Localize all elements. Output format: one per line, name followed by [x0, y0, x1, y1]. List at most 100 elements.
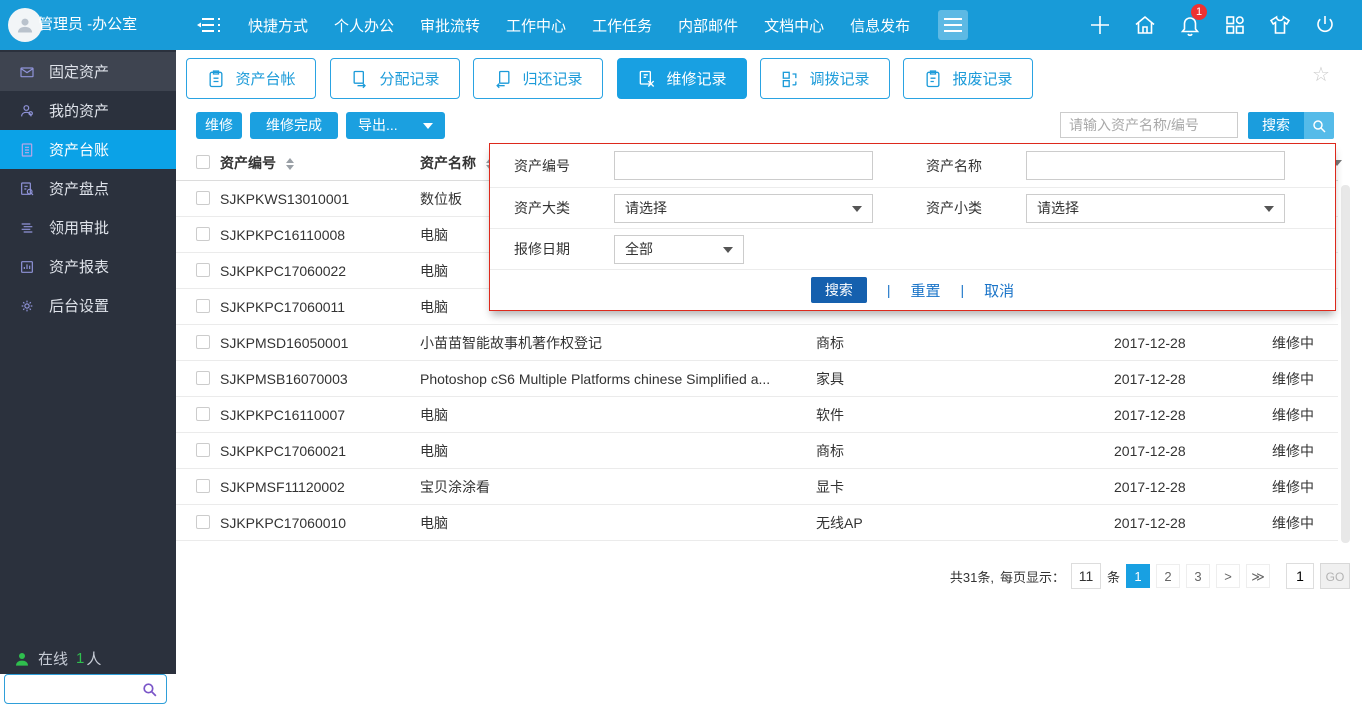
sidebar-item-requisition-approval[interactable]: 领用审批	[0, 208, 176, 247]
row-checkbox[interactable]	[196, 191, 210, 205]
online-count: 1	[76, 650, 85, 667]
tab-scrap-records[interactable]: 报废记录	[903, 58, 1033, 99]
sidebar-item-fixed-assets[interactable]: 固定资产	[0, 52, 176, 91]
row-checkbox[interactable]	[196, 515, 210, 529]
table-row[interactable]: SJKPMSD16050001 小苗苗智能故事机著作权登记 商标 2017-12…	[176, 325, 1338, 361]
asset-search-input[interactable]	[1060, 112, 1238, 138]
repair-done-button[interactable]: 维修完成	[250, 112, 338, 139]
sidebar-item-asset-inventory[interactable]: 资产盘点	[0, 169, 176, 208]
table-row[interactable]: SJKPKPC16110007 电脑 软件 2017-12-28 维修中	[176, 397, 1338, 433]
main-content: 资产台帐 分配记录 归还记录 维修记录 调拨记录 报废记录 ☆ 维修 维修完成 …	[176, 50, 1362, 674]
goto-page-input[interactable]	[1286, 563, 1314, 589]
tab-transfer-records[interactable]: 调拨记录	[760, 58, 890, 99]
sidebar-search-icon[interactable]	[141, 681, 158, 698]
asset-name-input[interactable]	[1026, 151, 1285, 180]
search-magnifier-button[interactable]	[1304, 112, 1334, 139]
per-page-input[interactable]	[1070, 563, 1101, 589]
nav-internal-mail[interactable]: 内部邮件	[678, 15, 738, 36]
hamburger-menu-icon[interactable]	[938, 10, 968, 40]
page-button-3[interactable]: 3	[1186, 564, 1210, 588]
plus-icon[interactable]	[1088, 13, 1112, 37]
avatar[interactable]	[8, 8, 42, 42]
document-search-icon	[19, 181, 35, 197]
user-icon	[17, 18, 33, 33]
collapse-menu-icon[interactable]	[196, 13, 222, 37]
sidebar-item-my-assets[interactable]: 我的资产	[0, 91, 176, 130]
category-select[interactable]: 请选择	[614, 194, 873, 223]
filter-actions: 搜索 | 重置 | 取消	[490, 270, 1335, 310]
select-all-checkbox[interactable]	[196, 155, 210, 169]
header-asset-name[interactable]: 资产名称	[420, 155, 476, 171]
next-page-button[interactable]: >	[1216, 564, 1240, 588]
row-checkbox[interactable]	[196, 371, 210, 385]
home-icon[interactable]	[1133, 13, 1157, 37]
sort-icon[interactable]	[285, 158, 294, 171]
repair-date-select-value: 全部	[625, 241, 653, 257]
sidebar-item-asset-ledger[interactable]: 资产台账	[0, 130, 176, 169]
row-checkbox[interactable]	[196, 299, 210, 313]
row-checkbox[interactable]	[196, 407, 210, 421]
filter-cancel-button[interactable]: 取消	[984, 280, 1014, 301]
repair-date-select[interactable]: 全部	[614, 235, 744, 264]
page-button-2[interactable]: 2	[1156, 564, 1180, 588]
export-button[interactable]: 导出...	[346, 112, 445, 139]
search-icon	[1313, 119, 1326, 133]
tab-return-records[interactable]: 归还记录	[473, 58, 603, 99]
cell-category: 家具	[816, 371, 844, 387]
gear-icon	[19, 298, 35, 314]
table-row[interactable]: SJKPKPC17060021 电脑 商标 2017-12-28 维修中	[176, 433, 1338, 469]
table-row[interactable]: SJKPKPC17060010 电脑 无线AP 2017-12-28 维修中	[176, 505, 1338, 541]
power-icon[interactable]	[1313, 13, 1337, 37]
filter-search-button[interactable]: 搜索	[810, 277, 867, 303]
sidebar-item-asset-reports[interactable]: 资产报表	[0, 247, 176, 286]
page-button-1[interactable]: 1	[1126, 564, 1150, 588]
nav-shortcuts[interactable]: 快捷方式	[248, 15, 308, 36]
repair-button[interactable]: 维修	[196, 112, 242, 139]
last-page-button[interactable]: ≫	[1246, 564, 1270, 588]
nav-personal-office[interactable]: 个人办公	[334, 15, 394, 36]
row-checkbox[interactable]	[196, 443, 210, 457]
row-checkbox[interactable]	[196, 335, 210, 349]
layers-icon	[19, 220, 35, 236]
sidebar-item-label: 资产报表	[49, 259, 110, 276]
pagination: 共31条, 每页显示： 条 1 2 3 > ≫ GO	[950, 562, 1350, 590]
cell-date: 2017-12-28	[1114, 479, 1186, 495]
shirt-icon[interactable]	[1268, 13, 1292, 37]
table-row[interactable]: SJKPMSF11120002 宝贝涂涂看 显卡 2017-12-28 维修中	[176, 469, 1338, 505]
asset-code-input[interactable]	[614, 151, 873, 180]
report-book-icon	[19, 259, 35, 275]
subcategory-select[interactable]: 请选择	[1026, 194, 1285, 223]
user-box[interactable]: 管理员 -办公室	[0, 0, 176, 50]
cell-asset-code: SJKPMSF11120002	[220, 479, 345, 495]
sidebar-item-label: 我的资产	[49, 103, 110, 120]
cell-asset-code: SJKPKWS13010001	[220, 191, 350, 207]
search-button[interactable]: 搜索	[1248, 112, 1304, 139]
row-checkbox[interactable]	[196, 479, 210, 493]
nav-work-center[interactable]: 工作中心	[506, 15, 566, 36]
apps-grid-icon[interactable]	[1223, 13, 1247, 37]
filter-reset-button[interactable]: 重置	[910, 280, 940, 301]
row-checkbox[interactable]	[196, 227, 210, 241]
favorite-star-icon[interactable]: ☆	[1312, 62, 1330, 87]
nav-info-publish[interactable]: 信息发布	[850, 15, 910, 36]
sidebar-search-input[interactable]	[9, 677, 134, 701]
row-checkbox[interactable]	[196, 263, 210, 277]
cell-date: 2017-12-28	[1114, 443, 1186, 459]
go-button[interactable]: GO	[1320, 563, 1350, 589]
header-asset-code[interactable]: 资产编号	[220, 155, 276, 171]
nav-document-center[interactable]: 文档中心	[764, 15, 824, 36]
table-scrollbar[interactable]	[1341, 185, 1350, 543]
tab-asset-ledger[interactable]: 资产台帐	[186, 58, 316, 99]
tab-repair-records[interactable]: 维修记录	[617, 58, 747, 99]
sidebar-item-backend-settings[interactable]: 后台设置	[0, 286, 176, 325]
nav-approval-flow[interactable]: 审批流转	[420, 15, 480, 36]
transfer-squares-icon	[783, 71, 797, 87]
filter-row-3: 报修日期 全部	[490, 229, 1335, 270]
cell-asset-name: 电脑	[420, 515, 448, 531]
table-row[interactable]: SJKPMSB16070003 Photoshop cS6 Multiple P…	[176, 361, 1338, 397]
nav-work-tasks[interactable]: 工作任务	[592, 15, 652, 36]
clipboard-icon	[209, 69, 223, 87]
asset-code-label: 资产编号	[514, 157, 570, 174]
tab-allocation-records[interactable]: 分配记录	[330, 58, 460, 99]
filter-panel: 资产编号 资产名称 资产大类 请选择 资产小类 请选择 报修日期 全部 搜索 |…	[489, 143, 1336, 311]
